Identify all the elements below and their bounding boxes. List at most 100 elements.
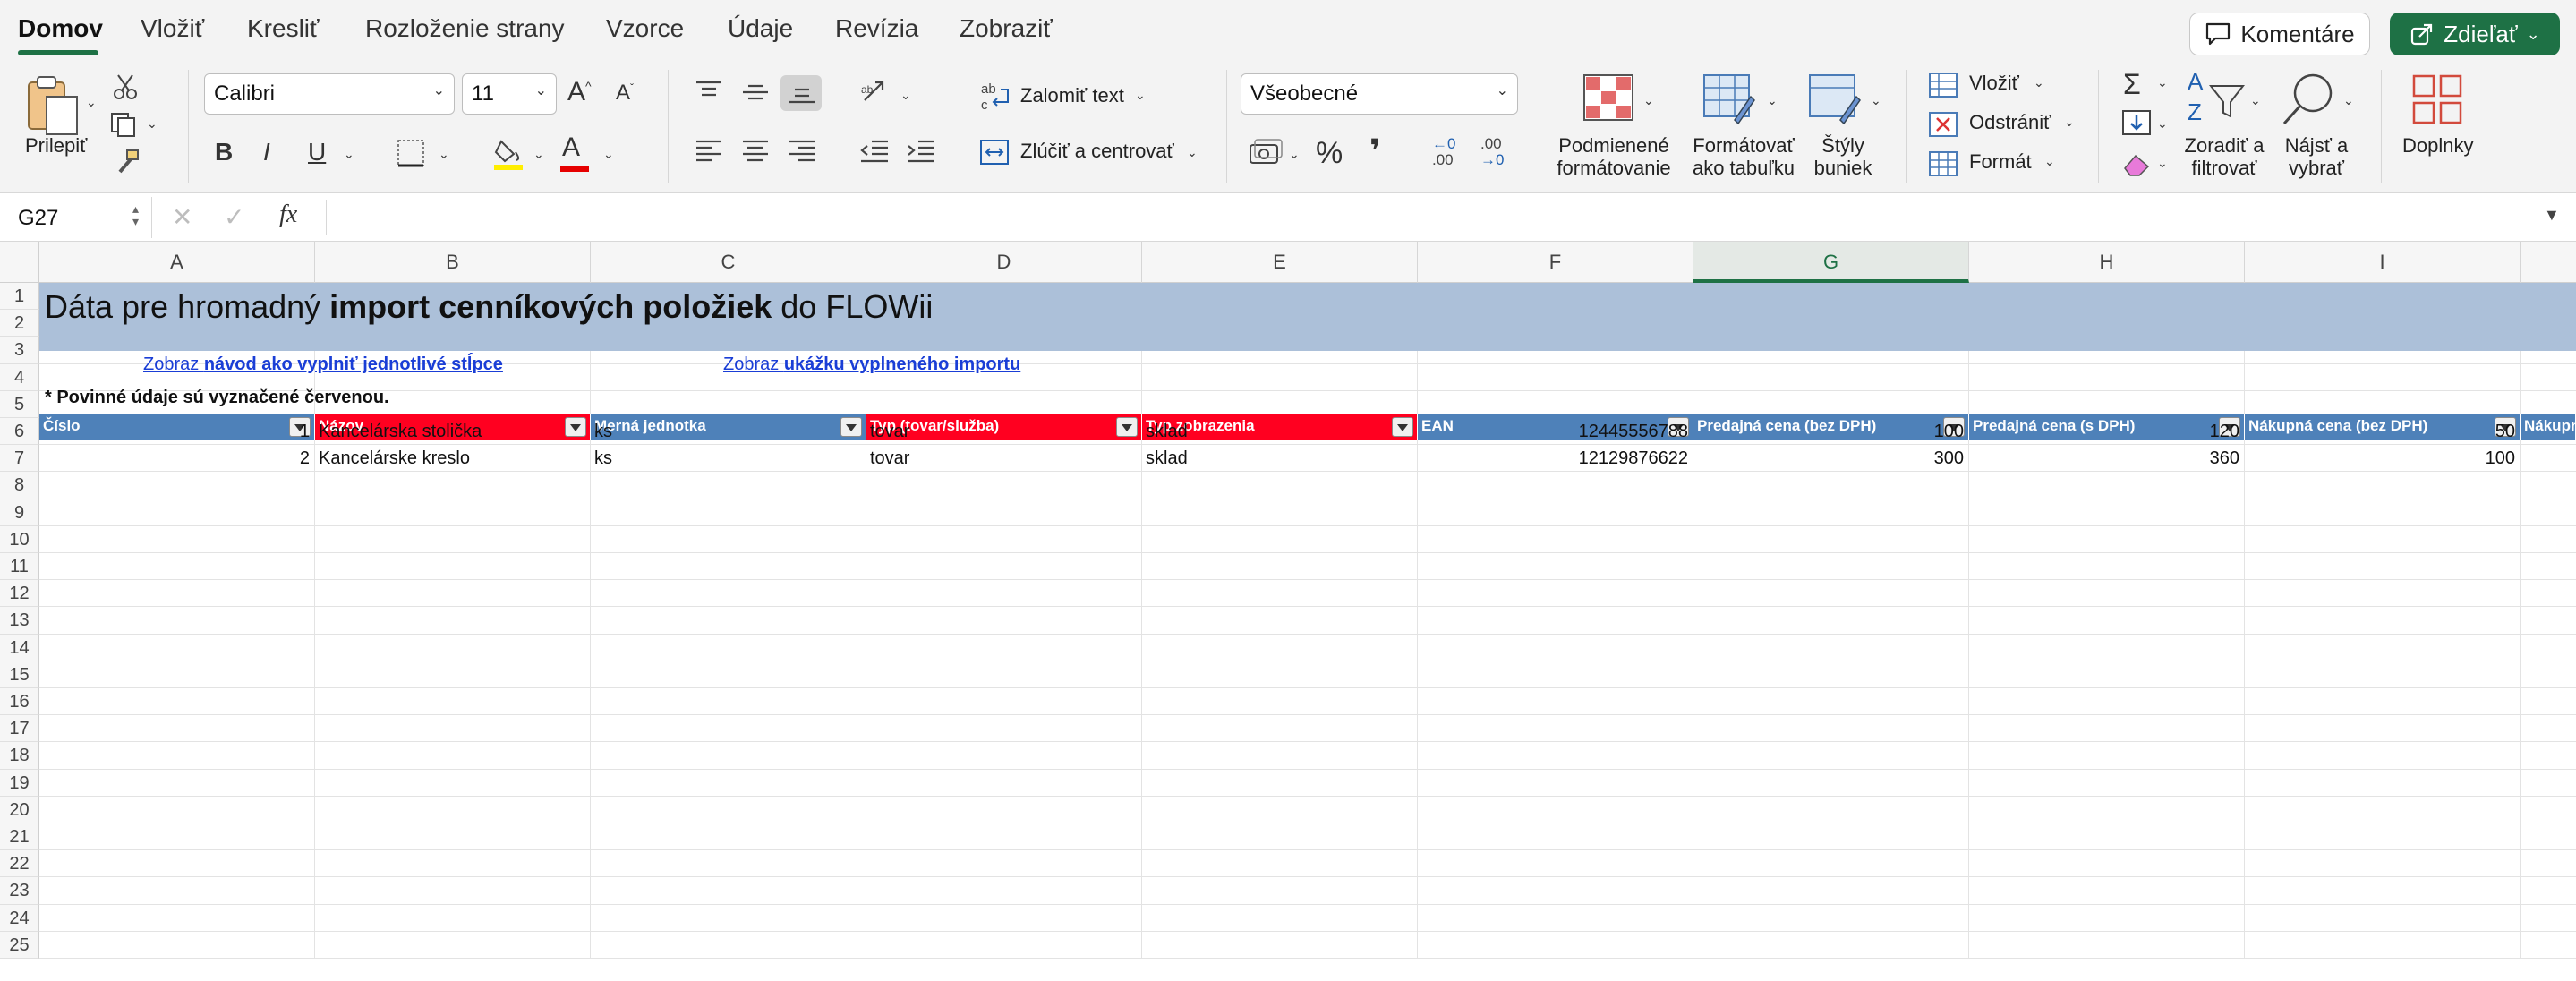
cell-typ[interactable]: tovar	[870, 448, 909, 469]
grid-cell-border[interactable]	[1968, 607, 1969, 634]
cell-predajna-s-dph[interactable]: 360	[1969, 448, 2239, 469]
grid-cell-border[interactable]	[1968, 688, 1969, 715]
grid-cell-border[interactable]	[2520, 904, 2521, 931]
row-header-17[interactable]: 17	[0, 715, 39, 743]
row-header-3[interactable]: 3	[0, 337, 39, 364]
grid-cell-border[interactable]	[1968, 796, 1969, 823]
clear-dropdown-icon[interactable]: ⌄	[2157, 156, 2168, 171]
conditional-formatting-dropdown-icon[interactable]: ⌄	[1643, 93, 1654, 108]
merge-center-dropdown-icon[interactable]: ⌄	[1187, 145, 1198, 160]
grid-cell-border[interactable]	[2520, 850, 2521, 877]
comments-button[interactable]: Komentáre	[2189, 13, 2370, 55]
row-header-13[interactable]: 13	[0, 607, 39, 635]
cell-ean[interactable]: 12129876622	[1418, 448, 1688, 469]
grid-cell-border[interactable]	[1417, 553, 1418, 580]
grid-cell-border[interactable]	[314, 661, 315, 687]
orientation-icon[interactable]: ab	[859, 77, 891, 107]
grid-cell-border[interactable]	[2520, 634, 2521, 661]
cell-merna-jednotka[interactable]: ks	[594, 422, 612, 442]
grid-cell-border[interactable]	[590, 445, 591, 472]
grid-cell-border[interactable]	[1141, 715, 1142, 742]
grid-cell-border[interactable]	[1417, 823, 1418, 850]
row-header-10[interactable]: 10	[0, 525, 39, 553]
grid-cell-border[interactable]	[2244, 715, 2245, 742]
decrease-font-size-icon[interactable]: Aˇ	[616, 81, 634, 106]
font-name-select[interactable]: Calibri ⌄	[204, 73, 455, 115]
cell-ean[interactable]: 12445556788	[1418, 422, 1688, 442]
cell-styles-dropdown-icon[interactable]: ⌄	[1871, 93, 1881, 108]
autosum-dropdown-icon[interactable]: ⌄	[2157, 75, 2168, 90]
grid-cell-border[interactable]	[590, 715, 591, 742]
grid-cell-border[interactable]	[2244, 661, 2245, 687]
grid-cell-border[interactable]	[2244, 742, 2245, 769]
format-as-table-label[interactable]: Formátovať ako tabuľku	[1681, 134, 1806, 179]
decrease-indent-icon[interactable]	[859, 138, 890, 165]
expand-formula-bar-icon[interactable]: ▼	[2544, 206, 2560, 225]
cell-predajna-bez-dph[interactable]: 100	[1693, 422, 1964, 442]
grid-cell-border[interactable]	[2244, 580, 2245, 607]
confirm-entry-icon[interactable]: ✓	[224, 202, 244, 232]
filter-dropdown-icon[interactable]	[1116, 417, 1138, 437]
instructions-link[interactable]: Zobraz návod ako vyplniť jednotlivé stĺp…	[143, 354, 503, 375]
name-box-stepper-icon[interactable]: ▴ ▾	[132, 202, 139, 227]
cut-icon[interactable]	[113, 73, 138, 100]
grid-cell-border[interactable]	[1141, 553, 1142, 580]
fill-down-icon[interactable]	[2121, 109, 2152, 136]
grid-cell-border[interactable]	[1417, 715, 1418, 742]
column-header-e[interactable]: E	[1142, 242, 1418, 283]
grid-cell-border[interactable]	[1968, 553, 1969, 580]
grid-cell-border[interactable]	[1968, 580, 1969, 607]
grid-cell-border[interactable]	[1141, 363, 1142, 390]
grid-cell-border[interactable]	[1968, 931, 1969, 958]
align-left-icon[interactable]	[695, 138, 723, 165]
grid-cell-border[interactable]	[1141, 580, 1142, 607]
grid-cell-border[interactable]	[1141, 877, 1142, 904]
grid-cell-border[interactable]	[590, 850, 591, 877]
grid-cell-border[interactable]	[1141, 742, 1142, 769]
filter-dropdown-icon[interactable]	[840, 417, 862, 437]
font-size-select[interactable]: 11 ⌄	[462, 73, 557, 115]
tab-domov[interactable]: Domov	[18, 14, 103, 43]
name-box[interactable]: G27	[0, 197, 152, 238]
format-painter-icon[interactable]	[111, 147, 141, 177]
grid-cell-border[interactable]	[590, 580, 591, 607]
find-select-icon[interactable]	[2279, 70, 2338, 129]
grid-cell-border[interactable]	[590, 796, 591, 823]
grid-cell-border[interactable]	[1968, 363, 1969, 390]
select-all-corner[interactable]	[0, 242, 39, 283]
insert-cells-label[interactable]: Vložiť	[1969, 72, 2019, 95]
row-header-19[interactable]: 19	[0, 769, 39, 797]
grid-cell-border[interactable]	[2244, 607, 2245, 634]
grid-cell-border[interactable]	[314, 823, 315, 850]
grid-cell-border[interactable]	[590, 661, 591, 687]
grid-cell-border[interactable]	[314, 607, 315, 634]
row-header-14[interactable]: 14	[0, 634, 39, 661]
cell-predajna-s-dph[interactable]: 120	[1969, 422, 2239, 442]
tab-rozlozenie-strany[interactable]: Rozloženie strany	[365, 14, 565, 43]
format-cells-icon[interactable]	[1928, 150, 1958, 177]
cancel-entry-icon[interactable]: ✕	[172, 202, 192, 232]
grid-cell-border[interactable]	[314, 445, 315, 472]
copy-dropdown-icon[interactable]: ⌄	[147, 116, 158, 132]
grid-cell-border[interactable]	[2244, 769, 2245, 796]
grid-cell-border[interactable]	[2520, 796, 2521, 823]
cell-predajna-bez-dph[interactable]: 300	[1693, 448, 1964, 469]
cell-cislo[interactable]: 1	[39, 422, 310, 442]
row-header-7[interactable]: 7	[0, 445, 39, 473]
grid-cell-border[interactable]	[2244, 931, 2245, 958]
row-header-8[interactable]: 8	[0, 472, 39, 499]
grid-cell-border[interactable]	[1968, 499, 1969, 525]
increase-decimal-button[interactable]: ←0 .00	[1432, 136, 1468, 172]
fill-color-dropdown-icon[interactable]: ⌄	[533, 147, 544, 162]
sort-filter-icon[interactable]: A Z	[2188, 68, 2250, 131]
grid-cell-border[interactable]	[590, 688, 591, 715]
insert-function-icon[interactable]: fx	[279, 200, 297, 229]
grid-cell-border[interactable]	[1417, 525, 1418, 552]
grid-cell-border[interactable]	[2520, 823, 2521, 850]
grid-cell-border[interactable]	[2244, 688, 2245, 715]
grid-cell-border[interactable]	[1417, 580, 1418, 607]
grid-cell-border[interactable]	[1141, 796, 1142, 823]
fill-dropdown-icon[interactable]: ⌄	[2157, 116, 2168, 132]
grid-cell-border[interactable]	[314, 525, 315, 552]
cell-styles-icon[interactable]	[1808, 73, 1864, 125]
